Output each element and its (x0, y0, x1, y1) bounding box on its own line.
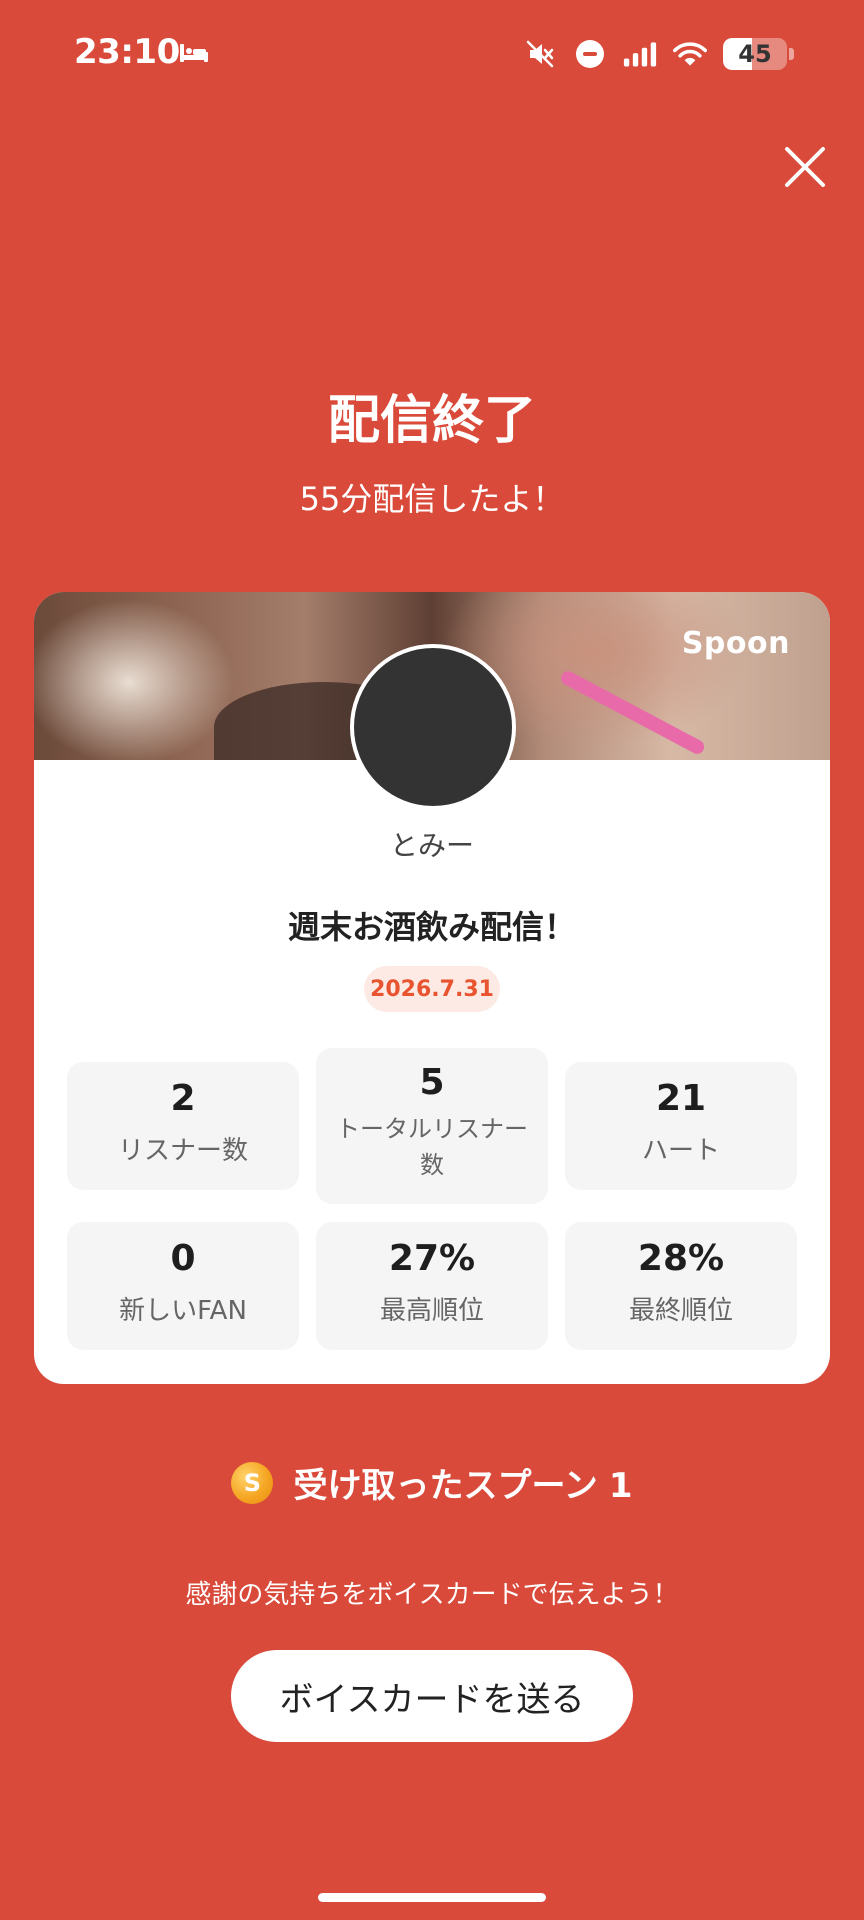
live-title: 週末お酒飲み配信！ (287, 908, 576, 946)
stat-label: 最終順位 (628, 1296, 733, 1326)
stat-label: ハート (641, 1136, 720, 1166)
spoons-label: 受け取ったスプーン (293, 1466, 598, 1506)
signal-icon (623, 37, 657, 71)
stat-value: 27% (388, 1238, 476, 1279)
do-not-disturb-icon (573, 37, 607, 71)
stat-label: 最高順位 (379, 1296, 484, 1326)
live-summary-card: Spoon とみー 週末お酒飲み配信！ 2026.7.31 2 リスナー数 5 … (34, 592, 830, 1384)
spoon-coin-icon: S (231, 1461, 274, 1504)
mute-icon (523, 37, 557, 71)
home-indicator[interactable] (318, 1893, 546, 1902)
stat-final-rank: 28% 最終順位 (565, 1222, 797, 1350)
bed-icon (180, 44, 208, 62)
page-title: 配信終了 (327, 391, 536, 451)
stat-value: 28% (637, 1238, 725, 1279)
thanks-message: 感謝の気持ちをボイスカードで伝えよう！ (185, 1580, 679, 1610)
spoons-received: S 受け取ったスプーン 1 (0, 1458, 864, 1507)
stat-highest-rank: 27% 最高順位 (316, 1222, 548, 1350)
stat-total-listeners: 5 トータルリスナー数 (316, 1048, 548, 1204)
page-subtitle: 55分配信したよ！ (299, 480, 565, 518)
wifi-icon (673, 37, 707, 71)
username: とみー (389, 829, 474, 862)
stat-value: 21 (655, 1078, 707, 1119)
avatar (350, 644, 516, 810)
status-bar: 23:10 45 (0, 0, 864, 110)
stat-value: 2 (170, 1078, 196, 1119)
battery-icon: 45 (723, 38, 787, 70)
spoon-logo: Spoon (681, 626, 790, 661)
stat-hearts: 21 ハート (565, 1062, 797, 1190)
battery-level: 45 (738, 40, 772, 68)
status-icons: 45 (523, 34, 794, 74)
stat-listeners: 2 リスナー数 (67, 1062, 299, 1190)
send-voice-card-button[interactable]: ボイスカードを送る (231, 1650, 633, 1742)
stat-value: 0 (170, 1238, 196, 1279)
stat-label: 新しいFAN (119, 1296, 247, 1326)
battery-tip (789, 48, 794, 60)
close-icon[interactable] (778, 140, 832, 194)
stat-new-fans: 0 新しいFAN (67, 1222, 299, 1350)
stat-label: リスナー数 (117, 1136, 248, 1166)
status-time: 23:10 (74, 32, 180, 72)
stat-label: トータルリスナー数 (336, 1115, 528, 1179)
spoons-count: 1 (608, 1466, 633, 1506)
banner-straw (558, 668, 707, 757)
date-badge: 2026.7.31 (364, 966, 500, 1012)
stat-value: 5 (419, 1062, 445, 1103)
